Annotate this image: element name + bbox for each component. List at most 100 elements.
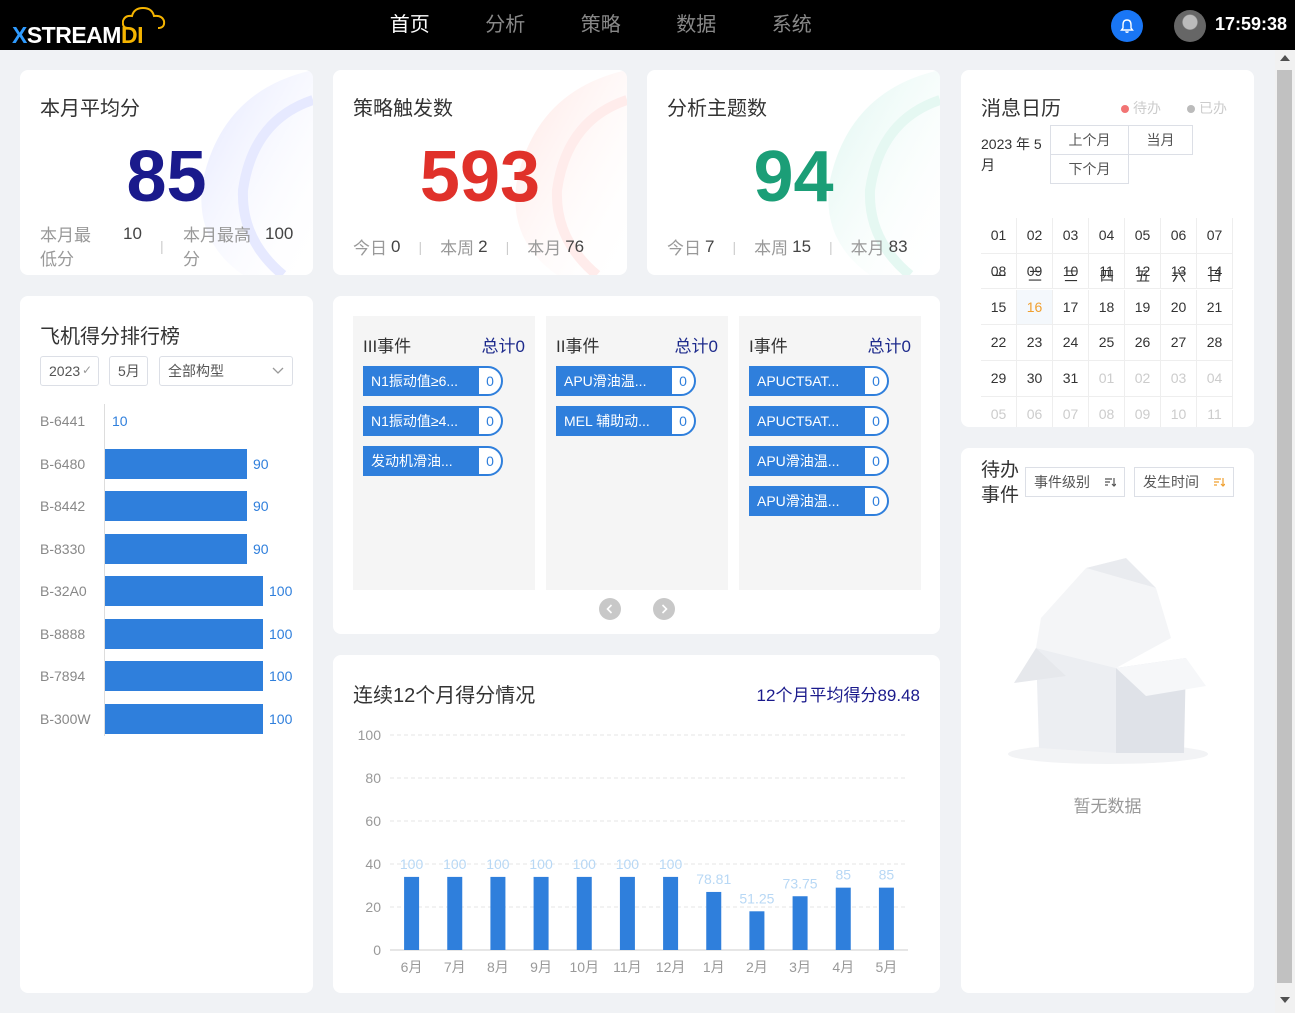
calendar-day[interactable]: 01 <box>1089 361 1125 397</box>
event-item[interactable]: APU滑油温... 0 <box>556 366 696 396</box>
calendar-day[interactable]: 22 <box>981 325 1017 361</box>
calendar-day[interactable]: 21 <box>1197 289 1233 326</box>
ranking-bar[interactable] <box>105 533 247 564</box>
chart-bar[interactable] <box>619 876 635 950</box>
calendar-day[interactable]: 30 <box>1017 361 1053 397</box>
chart-bar[interactable] <box>878 887 894 950</box>
chart-bar[interactable] <box>576 876 592 950</box>
nav-strategy[interactable]: 策略 <box>553 0 649 50</box>
calendar-day[interactable]: 08 <box>1089 397 1125 427</box>
carousel-prev-button[interactable] <box>599 598 621 620</box>
calendar-day[interactable]: 28 <box>1197 325 1233 361</box>
chart-bar[interactable] <box>533 876 549 950</box>
year-select[interactable]: 2023 ✓ <box>40 356 99 386</box>
calendar-day[interactable]: 09 <box>1125 397 1161 427</box>
event-item[interactable]: N1振动值≥6... 0 <box>363 366 503 396</box>
calendar-day[interactable]: 11 <box>1197 397 1233 427</box>
ranking-bar[interactable] <box>105 491 247 521</box>
current-month-button[interactable]: 当月 <box>1128 125 1193 155</box>
prev-month-button[interactable]: 上个月 <box>1050 125 1129 155</box>
nav-data[interactable]: 数据 <box>649 0 745 50</box>
calendar-day[interactable]: 27 <box>1161 325 1197 361</box>
page-scrollbar[interactable] <box>1275 50 1295 1013</box>
sort-by-time-button[interactable]: 发生时间 <box>1134 467 1234 497</box>
ranking-value: 100 <box>269 625 293 642</box>
type-select[interactable]: 全部构型 <box>159 356 293 386</box>
event-item[interactable]: APUCT5AT... 0 <box>749 366 889 396</box>
x-tick-label: 1月 <box>703 959 725 975</box>
next-month-button[interactable]: 下个月 <box>1050 154 1129 184</box>
chart-bar[interactable] <box>835 887 851 950</box>
calendar-day[interactable]: 18 <box>1089 289 1125 326</box>
ranking-label: B-32A0 <box>40 583 87 599</box>
calendar-day[interactable]: 13 <box>1161 253 1197 290</box>
calendar-day[interactable]: 15 <box>981 289 1017 326</box>
chart-bar[interactable] <box>749 911 765 950</box>
calendar-day[interactable]: 01 <box>981 218 1017 254</box>
calendar-day[interactable]: 31 <box>1053 361 1089 397</box>
calendar-day[interactable]: 07 <box>1053 397 1089 427</box>
chart-bar[interactable] <box>792 896 808 950</box>
calendar-day[interactable]: 08 <box>981 253 1017 290</box>
ranking-bar[interactable] <box>105 576 263 606</box>
logo[interactable]: XSTREAMDI <box>12 6 172 48</box>
nav-analysis[interactable]: 分析 <box>458 0 554 50</box>
month-select[interactable]: 5月 <box>109 356 148 386</box>
scroll-up-arrow-icon[interactable] <box>1280 55 1290 61</box>
calendar-day[interactable]: 07 <box>1197 218 1233 254</box>
calendar-day[interactable]: 06 <box>1017 397 1053 427</box>
scrollbar-thumb[interactable] <box>1277 70 1292 983</box>
chart-bar[interactable] <box>706 891 722 950</box>
calendar-day[interactable]: 05 <box>1125 218 1161 254</box>
calendar-day[interactable]: 23 <box>1017 325 1053 361</box>
calendar-day[interactable]: 05 <box>981 397 1017 427</box>
user-avatar-icon[interactable] <box>1174 10 1206 42</box>
event-item[interactable]: N1振动值≥4... 0 <box>363 406 503 436</box>
calendar-day[interactable]: 04 <box>1197 361 1233 397</box>
calendar-day[interactable]: 29 <box>981 361 1017 397</box>
clock: 17:59:38 <box>1215 14 1288 34</box>
chart-bar[interactable] <box>447 876 463 950</box>
nav-home[interactable]: 首页 <box>362 0 458 50</box>
month-value: 83 <box>888 236 908 256</box>
calendar-day[interactable]: 12 <box>1125 253 1161 290</box>
calendar-day[interactable]: 17 <box>1053 289 1089 326</box>
ranking-bar[interactable] <box>105 703 263 734</box>
calendar-day[interactable]: 02 <box>1017 218 1053 254</box>
chart-bar[interactable] <box>490 876 506 950</box>
event-item[interactable]: MEL 辅助动... 0 <box>556 406 696 436</box>
calendar-day[interactable]: 14 <box>1197 253 1233 290</box>
calendar-day[interactable]: 03 <box>1161 361 1197 397</box>
cloud-icon <box>122 6 166 29</box>
calendar-day[interactable]: 09 <box>1017 253 1053 290</box>
calendar-day[interactable]: 06 <box>1161 218 1197 254</box>
ranking-bar[interactable] <box>105 448 247 479</box>
calendar-day[interactable]: 02 <box>1125 361 1161 397</box>
calendar-day[interactable]: 04 <box>1089 218 1125 254</box>
event-item[interactable]: APU滑油温... 0 <box>749 486 889 516</box>
chart-bar[interactable] <box>404 876 420 950</box>
event-label: N1振动值≥6... <box>363 366 483 396</box>
calendar-day[interactable]: 24 <box>1053 325 1089 361</box>
calendar-day[interactable]: 25 <box>1089 325 1125 361</box>
notification-button[interactable] <box>1111 10 1143 42</box>
event-item[interactable]: APUCT5AT... 0 <box>749 406 889 436</box>
ranking-bar[interactable] <box>105 618 263 649</box>
event-item[interactable]: 发动机滑油... 0 <box>363 446 503 476</box>
chart-bar[interactable] <box>663 876 679 950</box>
calendar-day[interactable]: 20 <box>1161 289 1197 326</box>
calendar-day[interactable]: 10 <box>1053 253 1089 290</box>
calendar-day[interactable]: 11 <box>1089 253 1125 290</box>
calendar-day[interactable]: 16 <box>1017 289 1053 326</box>
calendar-day[interactable]: 19 <box>1125 289 1161 326</box>
ranking-bar[interactable] <box>105 661 263 691</box>
carousel-next-button[interactable] <box>653 598 675 620</box>
event-item[interactable]: APU滑油温... 0 <box>749 446 889 476</box>
calendar-day[interactable]: 26 <box>1125 325 1161 361</box>
calendar-day[interactable]: 03 <box>1053 218 1089 254</box>
scroll-down-arrow-icon[interactable] <box>1280 997 1290 1003</box>
x-tick-label: 9月 <box>530 959 552 975</box>
nav-system[interactable]: 系统 <box>744 0 840 50</box>
calendar-day[interactable]: 10 <box>1161 397 1197 427</box>
sort-by-level-button[interactable]: 事件级别 <box>1025 467 1125 497</box>
